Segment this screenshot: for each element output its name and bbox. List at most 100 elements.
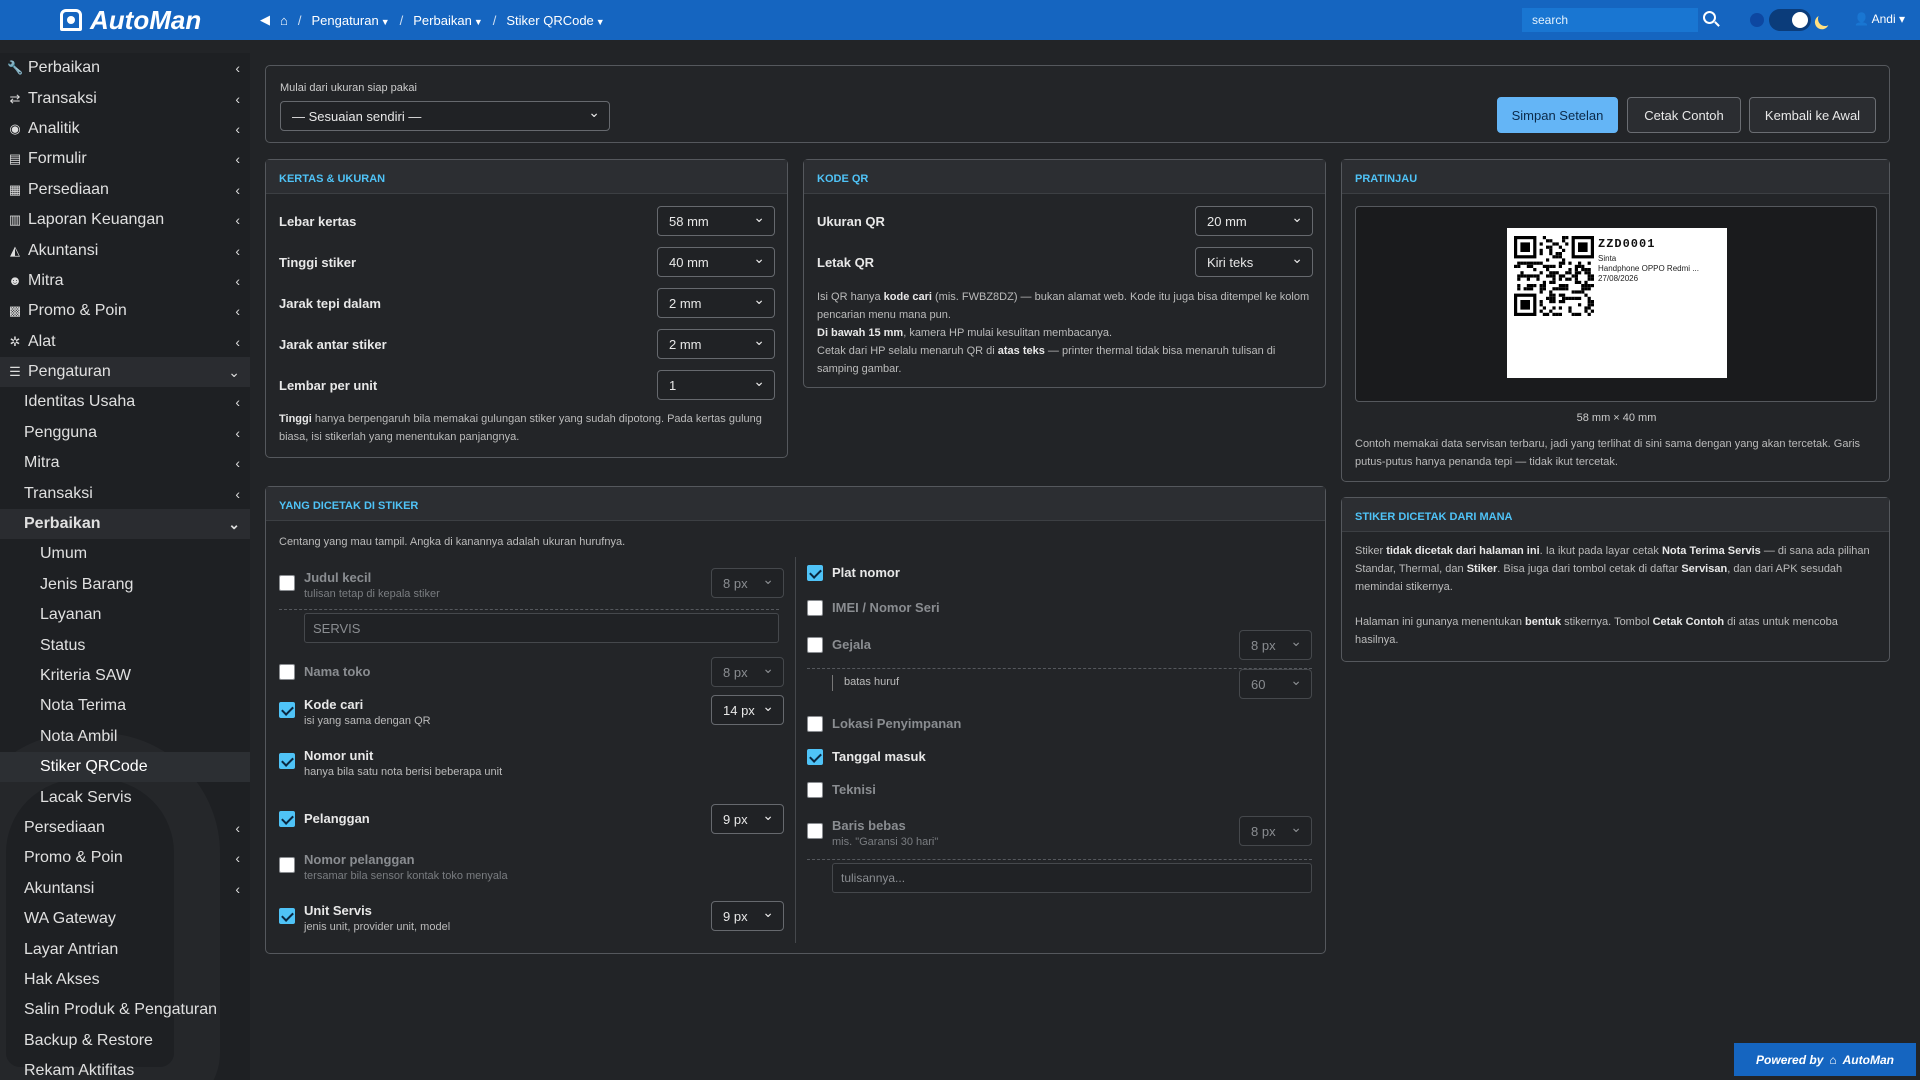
chevron-left-icon: ‹	[235, 880, 240, 897]
free-text-input[interactable]: tulisannya...	[832, 863, 1312, 893]
users-icon: ☻	[8, 272, 22, 288]
field-checkbox[interactable]	[807, 565, 823, 581]
back-icon[interactable]: ◀	[260, 12, 270, 28]
font-size-select[interactable]: 8 px	[711, 568, 784, 598]
sidebar-subitem[interactable]: Akuntansi ‹	[0, 874, 250, 904]
sidebar-item-akuntansi[interactable]: ◭ Akuntansi ‹	[0, 235, 250, 265]
home-icon[interactable]: ⌂	[280, 13, 288, 28]
powered-by-badge[interactable]: Powered by ⌂ AutoMan	[1734, 1043, 1916, 1076]
sidebar-item-alat[interactable]: ✲ Alat ‹	[0, 327, 250, 357]
paper-row-select[interactable]: 2 mm	[657, 329, 775, 359]
light-mode-icon	[1750, 13, 1764, 27]
sidebar-item-promo-poin[interactable]: ▩ Promo & Poin ‹	[0, 296, 250, 326]
save-settings-button[interactable]: Simpan Setelan	[1497, 97, 1618, 133]
paper-row-select[interactable]: 40 mm	[657, 247, 775, 277]
qr-row-select[interactable]: Kiri teks	[1195, 247, 1313, 277]
field-checkbox[interactable]	[807, 716, 823, 732]
sidebar-subitem[interactable]: Identitas Usaha ‹	[0, 387, 250, 417]
sidebar-subitem[interactable]: Jenis Barang	[0, 570, 250, 600]
font-size-select[interactable]: 9 px	[711, 901, 784, 931]
field-checkbox[interactable]	[807, 823, 823, 839]
field-checkbox[interactable]	[807, 637, 823, 653]
breadcrumb-perbaikan[interactable]: Perbaikan ▼	[413, 13, 482, 28]
font-size-select[interactable]: 9 px	[711, 804, 784, 834]
sidebar-item-laporan-keuangan[interactable]: ▥ Laporan Keuangan ‹	[0, 205, 250, 235]
qr-row-select[interactable]: 20 mm	[1195, 206, 1313, 236]
paper-note: Tinggi hanya berpengaruh bila memakai gu…	[279, 413, 762, 443]
field-checkbox[interactable]	[279, 575, 295, 591]
sidebar-item-formulir[interactable]: ▤ Formulir ‹	[0, 144, 250, 174]
sidebar-item-label: WA Gateway	[24, 910, 116, 928]
search-icon[interactable]	[1703, 11, 1716, 24]
sidebar-item-perbaikan[interactable]: 🔧 Perbaikan ‹	[0, 53, 250, 83]
sidebar-subitem[interactable]: Kriteria SAW	[0, 661, 250, 691]
qr-row-label: Letak QR	[817, 255, 875, 270]
sidebar-item-transaksi[interactable]: ⇄ Transaksi ‹	[0, 83, 250, 113]
sidebar-item-label: Nota Ambil	[40, 727, 118, 745]
breadcrumb-stiker-qrcode[interactable]: Stiker QRCode ▼	[506, 13, 604, 28]
field-checkbox[interactable]	[279, 702, 295, 718]
sidebar-subitem[interactable]: Hak Akses	[0, 965, 250, 995]
chevron-down-icon: ⌄	[228, 515, 240, 532]
sidebar-subitem[interactable]: Rekam Aktifitas	[0, 1056, 250, 1080]
grid-icon: ▦	[8, 181, 22, 197]
field-checkbox[interactable]	[279, 908, 295, 924]
field-checkbox[interactable]	[279, 811, 295, 827]
sidebar-item-mitra[interactable]: ☻ Mitra ‹	[0, 266, 250, 296]
judul-text-input[interactable]: SERVIS	[304, 613, 779, 643]
breadcrumb-pengaturan[interactable]: Pengaturan ▼	[311, 13, 389, 28]
sidebar-subitem[interactable]: Perbaikan ⌄	[0, 508, 250, 540]
sidebar-item-label: Stiker QRCode	[40, 758, 148, 776]
brand-logo[interactable]: AutoMan	[0, 0, 250, 40]
sidebar-subitem[interactable]: Promo & Poin ‹	[0, 843, 250, 873]
paper-row-select[interactable]: 2 mm	[657, 288, 775, 318]
field-checkbox[interactable]	[279, 753, 295, 769]
sidebar-subitem[interactable]: Lacak Servis	[0, 782, 250, 812]
sidebar-subitem[interactable]: Backup & Restore	[0, 1026, 250, 1056]
field-checkbox[interactable]	[807, 782, 823, 798]
sidebar-item-persediaan[interactable]: ▦ Persediaan ‹	[0, 175, 250, 205]
sidebar-item-label: Perbaikan	[24, 515, 101, 533]
field-sublabel: isi yang sama dengan QR	[304, 715, 431, 727]
sidebar-subitem[interactable]: Umum	[0, 539, 250, 569]
font-size-select[interactable]: 8 px	[711, 657, 784, 687]
print-sample-button[interactable]: Cetak Contoh	[1627, 97, 1741, 133]
batas-select[interactable]: 60	[1239, 669, 1312, 699]
sidebar-subitem[interactable]: Stiker QRCode	[0, 751, 250, 783]
chevron-left-icon: ‹	[235, 90, 240, 107]
chevron-left-icon: ‹	[235, 151, 240, 168]
sidebar-item-pengaturan[interactable]: ☰ Pengaturan ⌄	[0, 356, 250, 388]
font-size-select[interactable]: 8 px	[1239, 816, 1312, 846]
field-checkbox[interactable]	[807, 749, 823, 765]
sidebar-subitem[interactable]: Layanan	[0, 600, 250, 630]
theme-toggle[interactable]	[1769, 9, 1811, 31]
sidebar-subitem[interactable]: Nota Terima	[0, 691, 250, 721]
field-checkbox[interactable]	[279, 664, 295, 680]
preset-select[interactable]: — Sesuaian sendiri —	[280, 101, 610, 131]
sidebar-subitem[interactable]: Persediaan ‹	[0, 813, 250, 843]
sidebar-subitem[interactable]: Transaksi ‹	[0, 478, 250, 508]
field-checkbox[interactable]	[279, 857, 295, 873]
sidebar-subitem[interactable]: Status	[0, 630, 250, 660]
sidebar-subitem[interactable]: Mitra ‹	[0, 448, 250, 478]
user-menu[interactable]: 👤 Andi ▾	[1854, 12, 1905, 26]
binoculars-icon: ◉	[9, 120, 21, 136]
search-input[interactable]	[1522, 8, 1698, 32]
reset-default-button[interactable]: Kembali ke Awal	[1749, 97, 1876, 133]
sidebar-subitem[interactable]: Pengguna ‹	[0, 418, 250, 448]
sidebar: 🔧 Perbaikan ‹ ⇄ Transaksi ‹ ◉ Analitik ‹ ▤ Formuli…	[0, 53, 250, 1080]
sidebar-subitem[interactable]: Salin Produk & Pengaturan	[0, 995, 250, 1025]
font-size-select[interactable]: 14 px	[711, 695, 784, 725]
field-checkbox[interactable]	[807, 600, 823, 616]
sidebar-item-analitik[interactable]: ◉ Analitik ‹	[0, 114, 250, 144]
paper-row-select[interactable]: 1	[657, 370, 775, 400]
preview-size: 58 mm × 40 mm	[1576, 412, 1657, 424]
select-value: Kiri teks	[1207, 255, 1254, 270]
sidebar-subitem[interactable]: WA Gateway	[0, 904, 250, 934]
sidebar-subitem[interactable]: Nota Ambil	[0, 722, 250, 752]
font-size-select[interactable]: 8 px	[1239, 630, 1312, 660]
caret-down-icon: ▼	[473, 16, 483, 27]
paper-row-select[interactable]: 58 mm	[657, 206, 775, 236]
sidebar-subitem[interactable]: Layar Antrian	[0, 934, 250, 964]
select-value: 9 px	[723, 812, 748, 827]
